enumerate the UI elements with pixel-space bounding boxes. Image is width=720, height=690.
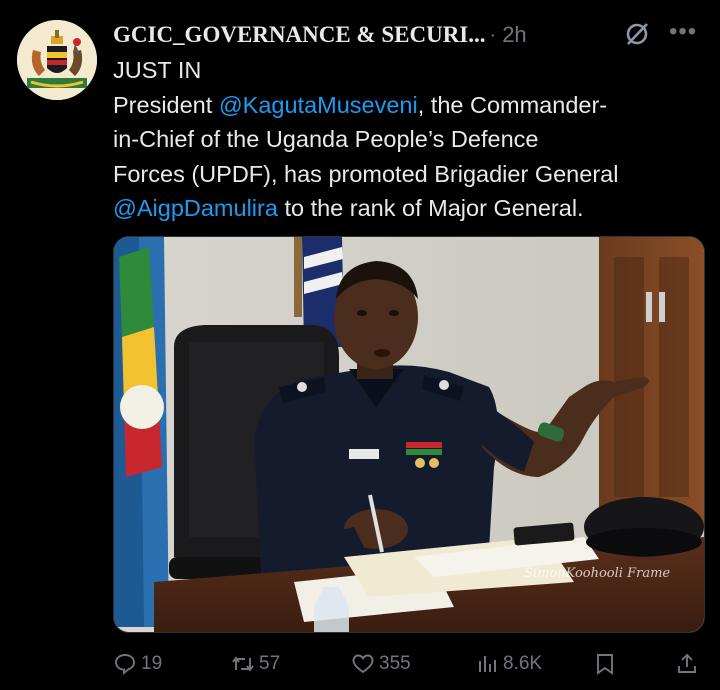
mention-link[interactable]: @KagutaMuseveni — [219, 92, 418, 118]
flag-pole — [294, 237, 302, 317]
views-count: 8.6K — [503, 653, 543, 674]
epaulette-badge — [297, 382, 307, 392]
mouth — [374, 349, 390, 357]
repost-icon — [232, 656, 254, 672]
share-icon — [678, 653, 696, 673]
name-tag — [349, 449, 379, 459]
text-segment: President — [113, 91, 219, 118]
medal-ribbon — [406, 442, 442, 448]
text-line-5: @AigpDamulira to the rank of Major Gener… — [113, 191, 708, 226]
cap-brim — [586, 528, 702, 556]
door-handle — [659, 292, 665, 322]
reply-icon — [115, 654, 135, 676]
timestamp[interactable]: 2h — [502, 22, 526, 48]
repost-count: 57 — [259, 653, 281, 674]
flag-green — [119, 247, 154, 337]
text-line-2: President @KagutaMuseveni, the Commander… — [113, 88, 708, 123]
avatar[interactable] — [17, 20, 97, 100]
photo-scene: SimonKoohooli Frame — [114, 237, 704, 632]
text-segment: to the rank of Major General. — [277, 195, 584, 221]
views-button[interactable]: 8.6K — [475, 648, 542, 680]
action-bar: 19 57 355 8.6K — [113, 648, 703, 680]
separator-dot: · — [489, 23, 497, 46]
medal — [415, 458, 425, 468]
door-panel — [614, 257, 644, 497]
eye — [357, 310, 367, 316]
medal — [429, 458, 439, 468]
share-button[interactable] — [675, 648, 703, 680]
bookmark-button[interactable] — [593, 648, 621, 680]
bookmark-icon — [597, 654, 613, 675]
repost-button[interactable]: 57 — [231, 648, 280, 680]
text-line-3: in-Chief of the Uganda People’s Defence — [113, 126, 539, 152]
tweet-header: GCIC_GOVERNANCE & SECURI... · 2h ••• — [113, 18, 713, 52]
reply-button[interactable]: 19 — [113, 648, 162, 680]
medal-ribbon — [406, 449, 442, 455]
reply-count: 19 — [141, 653, 163, 674]
author-name[interactable]: GCIC_GOVERNANCE & SECURI... — [113, 22, 486, 48]
text-line-4: Forces (UPDF), has promoted Brigadier Ge… — [113, 160, 619, 187]
tweet-text: JUST IN President @KagutaMuseveni, the C… — [113, 53, 708, 226]
more-icon[interactable]: ••• — [669, 18, 697, 46]
text-line-1: JUST IN — [113, 57, 202, 83]
mention-link[interactable]: @AigpDamulira — [113, 195, 278, 221]
text-segment: , the Commander- — [417, 91, 608, 118]
like-button[interactable]: 355 — [351, 648, 411, 680]
views-icon — [479, 656, 496, 672]
eye — [389, 310, 399, 316]
grok-icon[interactable] — [623, 20, 651, 48]
epaulette-badge — [439, 380, 449, 390]
like-icon — [352, 654, 374, 674]
coat-of-arms-icon — [17, 20, 97, 100]
like-count: 355 — [379, 653, 411, 674]
flag-emblem — [120, 385, 164, 429]
tweet-photo[interactable]: SimonKoohooli Frame — [113, 236, 705, 633]
photo-watermark: SimonKoohooli Frame — [524, 566, 670, 581]
door-handle — [646, 292, 652, 322]
